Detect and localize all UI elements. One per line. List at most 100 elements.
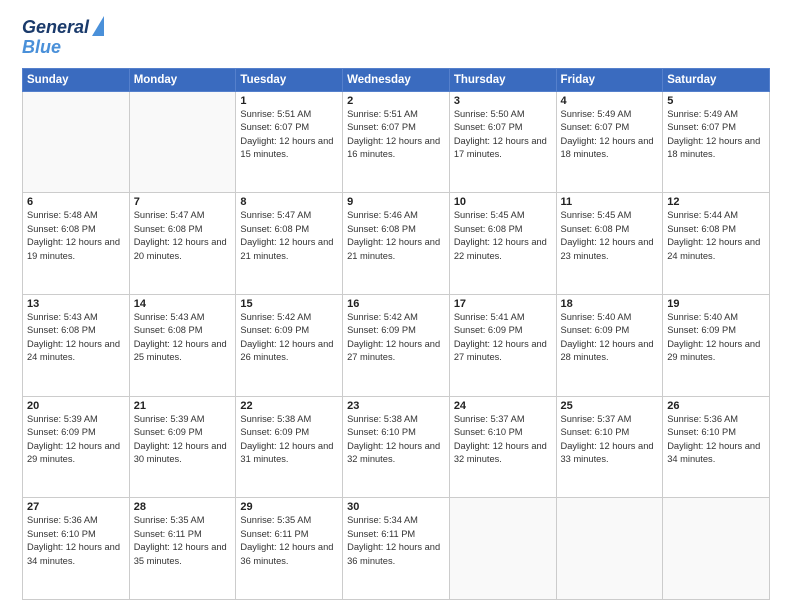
logo-text2: Blue [22,38,104,58]
day-cell: 22Sunrise: 5:38 AMSunset: 6:09 PMDayligh… [236,396,343,498]
day-number: 27 [27,501,125,513]
weekday-header-thursday: Thursday [449,68,556,91]
day-number: 15 [240,298,338,310]
day-cell: 19Sunrise: 5:40 AMSunset: 6:09 PMDayligh… [663,294,770,396]
week-row-1: 1Sunrise: 5:51 AMSunset: 6:07 PMDaylight… [23,91,770,193]
sun-info: Sunrise: 5:40 AMSunset: 6:09 PMDaylight:… [561,311,659,365]
day-number: 4 [561,95,659,107]
logo-triangle-icon [92,16,104,36]
sun-info: Sunrise: 5:42 AMSunset: 6:09 PMDaylight:… [240,311,338,365]
sun-info: Sunrise: 5:51 AMSunset: 6:07 PMDaylight:… [240,108,338,162]
day-number: 23 [347,400,445,412]
week-row-5: 27Sunrise: 5:36 AMSunset: 6:10 PMDayligh… [23,498,770,600]
day-number: 30 [347,501,445,513]
day-cell: 11Sunrise: 5:45 AMSunset: 6:08 PMDayligh… [556,193,663,295]
day-cell: 30Sunrise: 5:34 AMSunset: 6:11 PMDayligh… [343,498,450,600]
calendar-table: SundayMondayTuesdayWednesdayThursdayFrid… [22,68,770,600]
day-number: 9 [347,196,445,208]
day-cell: 28Sunrise: 5:35 AMSunset: 6:11 PMDayligh… [129,498,236,600]
day-cell: 12Sunrise: 5:44 AMSunset: 6:08 PMDayligh… [663,193,770,295]
day-number: 26 [667,400,765,412]
weekday-header-sunday: Sunday [23,68,130,91]
day-cell: 2Sunrise: 5:51 AMSunset: 6:07 PMDaylight… [343,91,450,193]
day-number: 19 [667,298,765,310]
sun-info: Sunrise: 5:35 AMSunset: 6:11 PMDaylight:… [240,514,338,568]
sun-info: Sunrise: 5:35 AMSunset: 6:11 PMDaylight:… [134,514,232,568]
sun-info: Sunrise: 5:47 AMSunset: 6:08 PMDaylight:… [240,209,338,263]
sun-info: Sunrise: 5:49 AMSunset: 6:07 PMDaylight:… [667,108,765,162]
sun-info: Sunrise: 5:36 AMSunset: 6:10 PMDaylight:… [27,514,125,568]
day-cell: 26Sunrise: 5:36 AMSunset: 6:10 PMDayligh… [663,396,770,498]
weekday-header-saturday: Saturday [663,68,770,91]
day-cell: 17Sunrise: 5:41 AMSunset: 6:09 PMDayligh… [449,294,556,396]
day-cell: 6Sunrise: 5:48 AMSunset: 6:08 PMDaylight… [23,193,130,295]
sun-info: Sunrise: 5:37 AMSunset: 6:10 PMDaylight:… [561,413,659,467]
day-cell: 9Sunrise: 5:46 AMSunset: 6:08 PMDaylight… [343,193,450,295]
day-number: 7 [134,196,232,208]
day-cell [556,498,663,600]
day-number: 17 [454,298,552,310]
header: General Blue [22,18,770,58]
sun-info: Sunrise: 5:36 AMSunset: 6:10 PMDaylight:… [667,413,765,467]
sun-info: Sunrise: 5:42 AMSunset: 6:09 PMDaylight:… [347,311,445,365]
day-cell: 24Sunrise: 5:37 AMSunset: 6:10 PMDayligh… [449,396,556,498]
day-number: 11 [561,196,659,208]
day-number: 8 [240,196,338,208]
sun-info: Sunrise: 5:39 AMSunset: 6:09 PMDaylight:… [27,413,125,467]
day-number: 22 [240,400,338,412]
logo: General Blue [22,18,104,58]
sun-info: Sunrise: 5:38 AMSunset: 6:10 PMDaylight:… [347,413,445,467]
sun-info: Sunrise: 5:47 AMSunset: 6:08 PMDaylight:… [134,209,232,263]
sun-info: Sunrise: 5:49 AMSunset: 6:07 PMDaylight:… [561,108,659,162]
day-number: 3 [454,95,552,107]
week-row-4: 20Sunrise: 5:39 AMSunset: 6:09 PMDayligh… [23,396,770,498]
sun-info: Sunrise: 5:48 AMSunset: 6:08 PMDaylight:… [27,209,125,263]
day-cell [449,498,556,600]
weekday-header-tuesday: Tuesday [236,68,343,91]
day-cell: 1Sunrise: 5:51 AMSunset: 6:07 PMDaylight… [236,91,343,193]
day-cell [23,91,130,193]
sun-info: Sunrise: 5:34 AMSunset: 6:11 PMDaylight:… [347,514,445,568]
sun-info: Sunrise: 5:50 AMSunset: 6:07 PMDaylight:… [454,108,552,162]
day-cell: 4Sunrise: 5:49 AMSunset: 6:07 PMDaylight… [556,91,663,193]
logo-text: General [22,18,89,38]
sun-info: Sunrise: 5:37 AMSunset: 6:10 PMDaylight:… [454,413,552,467]
sun-info: Sunrise: 5:43 AMSunset: 6:08 PMDaylight:… [27,311,125,365]
sun-info: Sunrise: 5:43 AMSunset: 6:08 PMDaylight:… [134,311,232,365]
day-cell: 23Sunrise: 5:38 AMSunset: 6:10 PMDayligh… [343,396,450,498]
weekday-header-friday: Friday [556,68,663,91]
sun-info: Sunrise: 5:46 AMSunset: 6:08 PMDaylight:… [347,209,445,263]
day-number: 20 [27,400,125,412]
day-number: 16 [347,298,445,310]
day-cell: 5Sunrise: 5:49 AMSunset: 6:07 PMDaylight… [663,91,770,193]
day-number: 25 [561,400,659,412]
day-cell: 10Sunrise: 5:45 AMSunset: 6:08 PMDayligh… [449,193,556,295]
sun-info: Sunrise: 5:45 AMSunset: 6:08 PMDaylight:… [454,209,552,263]
week-row-2: 6Sunrise: 5:48 AMSunset: 6:08 PMDaylight… [23,193,770,295]
day-number: 1 [240,95,338,107]
day-cell: 7Sunrise: 5:47 AMSunset: 6:08 PMDaylight… [129,193,236,295]
day-cell: 20Sunrise: 5:39 AMSunset: 6:09 PMDayligh… [23,396,130,498]
day-number: 2 [347,95,445,107]
page: General Blue SundayMondayTuesdayWednesda… [0,0,792,612]
day-cell: 16Sunrise: 5:42 AMSunset: 6:09 PMDayligh… [343,294,450,396]
day-cell: 27Sunrise: 5:36 AMSunset: 6:10 PMDayligh… [23,498,130,600]
day-number: 21 [134,400,232,412]
sun-info: Sunrise: 5:38 AMSunset: 6:09 PMDaylight:… [240,413,338,467]
sun-info: Sunrise: 5:39 AMSunset: 6:09 PMDaylight:… [134,413,232,467]
week-row-3: 13Sunrise: 5:43 AMSunset: 6:08 PMDayligh… [23,294,770,396]
sun-info: Sunrise: 5:45 AMSunset: 6:08 PMDaylight:… [561,209,659,263]
day-cell: 21Sunrise: 5:39 AMSunset: 6:09 PMDayligh… [129,396,236,498]
sun-info: Sunrise: 5:41 AMSunset: 6:09 PMDaylight:… [454,311,552,365]
day-number: 6 [27,196,125,208]
weekday-header-monday: Monday [129,68,236,91]
day-number: 10 [454,196,552,208]
day-number: 28 [134,501,232,513]
day-cell: 18Sunrise: 5:40 AMSunset: 6:09 PMDayligh… [556,294,663,396]
day-cell: 14Sunrise: 5:43 AMSunset: 6:08 PMDayligh… [129,294,236,396]
day-number: 13 [27,298,125,310]
weekday-header-wednesday: Wednesday [343,68,450,91]
day-cell: 3Sunrise: 5:50 AMSunset: 6:07 PMDaylight… [449,91,556,193]
day-number: 24 [454,400,552,412]
day-cell [129,91,236,193]
